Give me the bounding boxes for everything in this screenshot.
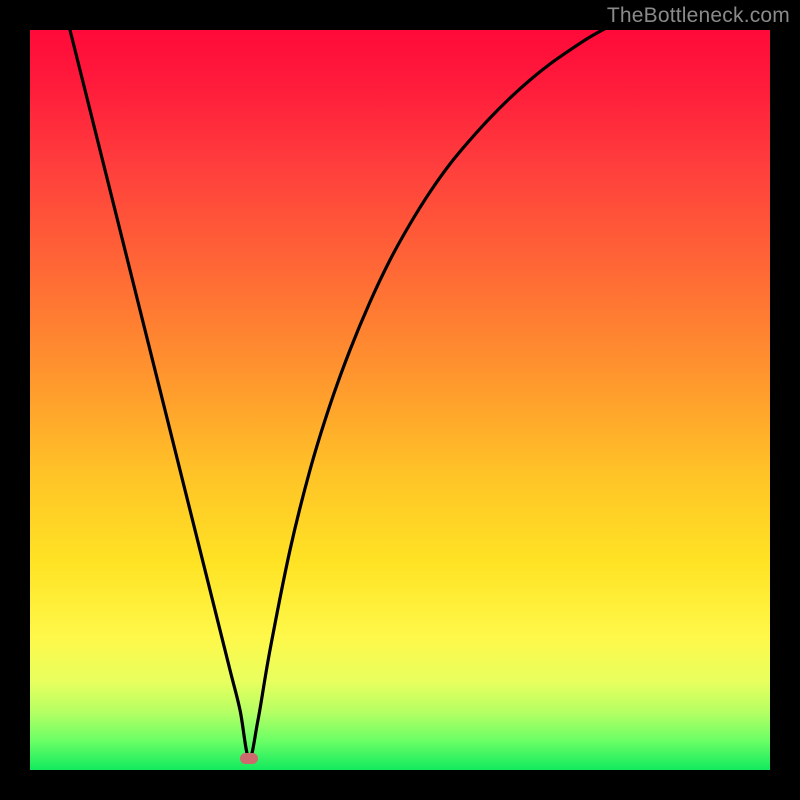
optimum-marker — [240, 753, 258, 764]
attribution-text: TheBottleneck.com — [607, 4, 790, 28]
plot-area — [30, 30, 770, 770]
chart-frame: TheBottleneck.com — [0, 0, 800, 800]
bottleneck-curve — [30, 30, 770, 770]
